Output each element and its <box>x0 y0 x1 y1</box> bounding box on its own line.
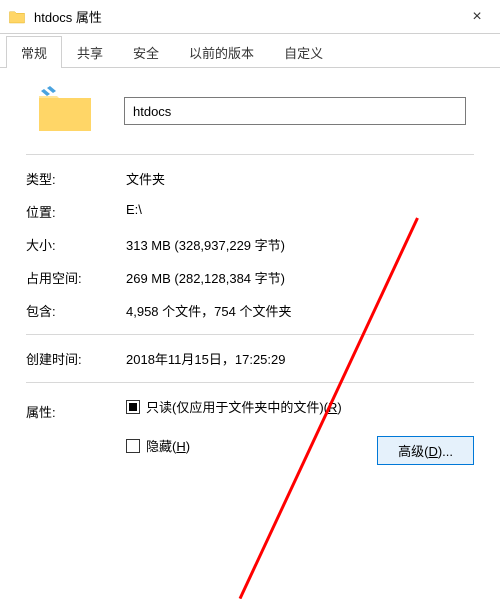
folder-large-icon <box>36 86 94 136</box>
value-size: 313 MB (328,937,229 字节) <box>126 235 474 254</box>
folder-name-input[interactable] <box>124 97 466 125</box>
row-created: 创建时间: 2018年11月15日，17:25:29 <box>26 349 474 368</box>
name-row <box>26 86 474 136</box>
value-size-on-disk: 269 MB (282,128,384 字节) <box>126 268 474 287</box>
value-type: 文件夹 <box>126 169 474 188</box>
label-attributes: 属性: <box>26 402 126 421</box>
tab-general[interactable]: 常规 <box>6 36 62 68</box>
label-location: 位置: <box>26 202 126 221</box>
readonly-checkbox-row: 只读(仅应用于文件夹中的文件)(R) <box>126 397 342 416</box>
separator <box>26 154 474 155</box>
row-contains: 包含: 4,958 个文件，754 个文件夹 <box>26 301 474 320</box>
window-title: htdocs 属性 <box>34 7 454 26</box>
separator <box>26 382 474 383</box>
close-icon: × <box>472 8 481 26</box>
tab-share[interactable]: 共享 <box>62 36 118 67</box>
close-button[interactable]: × <box>454 0 500 33</box>
label-type: 类型: <box>26 169 126 188</box>
row-location: 位置: E:\ <box>26 202 474 221</box>
label-size-on-disk: 占用空间: <box>26 268 126 287</box>
label-created: 创建时间: <box>26 349 126 368</box>
tab-bar: 常规 共享 安全 以前的版本 自定义 <box>0 34 500 68</box>
tab-security[interactable]: 安全 <box>118 36 174 67</box>
hidden-checkbox[interactable] <box>126 439 140 453</box>
tab-content: 类型: 文件夹 位置: E:\ 大小: 313 MB (328,937,229 … <box>0 68 500 483</box>
row-size-on-disk: 占用空间: 269 MB (282,128,384 字节) <box>26 268 474 287</box>
value-location: E:\ <box>126 202 474 221</box>
value-contains: 4,958 个文件，754 个文件夹 <box>126 301 474 320</box>
tab-versions[interactable]: 以前的版本 <box>174 36 269 67</box>
readonly-checkbox[interactable] <box>126 400 140 414</box>
hidden-checkbox-row: 隐藏(H) <box>126 436 190 455</box>
value-created: 2018年11月15日，17:25:29 <box>126 349 474 368</box>
tab-custom[interactable]: 自定义 <box>269 36 338 67</box>
separator <box>26 334 474 335</box>
row-type: 类型: 文件夹 <box>26 169 474 188</box>
attributes-section: 属性: 只读(仅应用于文件夹中的文件)(R) 隐藏(H) 高级(D)... <box>26 397 474 465</box>
label-contains: 包含: <box>26 301 126 320</box>
titlebar: htdocs 属性 × <box>0 0 500 34</box>
label-size: 大小: <box>26 235 126 254</box>
readonly-label: 只读(仅应用于文件夹中的文件)(R) <box>146 397 342 416</box>
row-size: 大小: 313 MB (328,937,229 字节) <box>26 235 474 254</box>
advanced-button[interactable]: 高级(D)... <box>377 436 474 465</box>
folder-icon <box>8 8 26 26</box>
hidden-label: 隐藏(H) <box>146 436 190 455</box>
